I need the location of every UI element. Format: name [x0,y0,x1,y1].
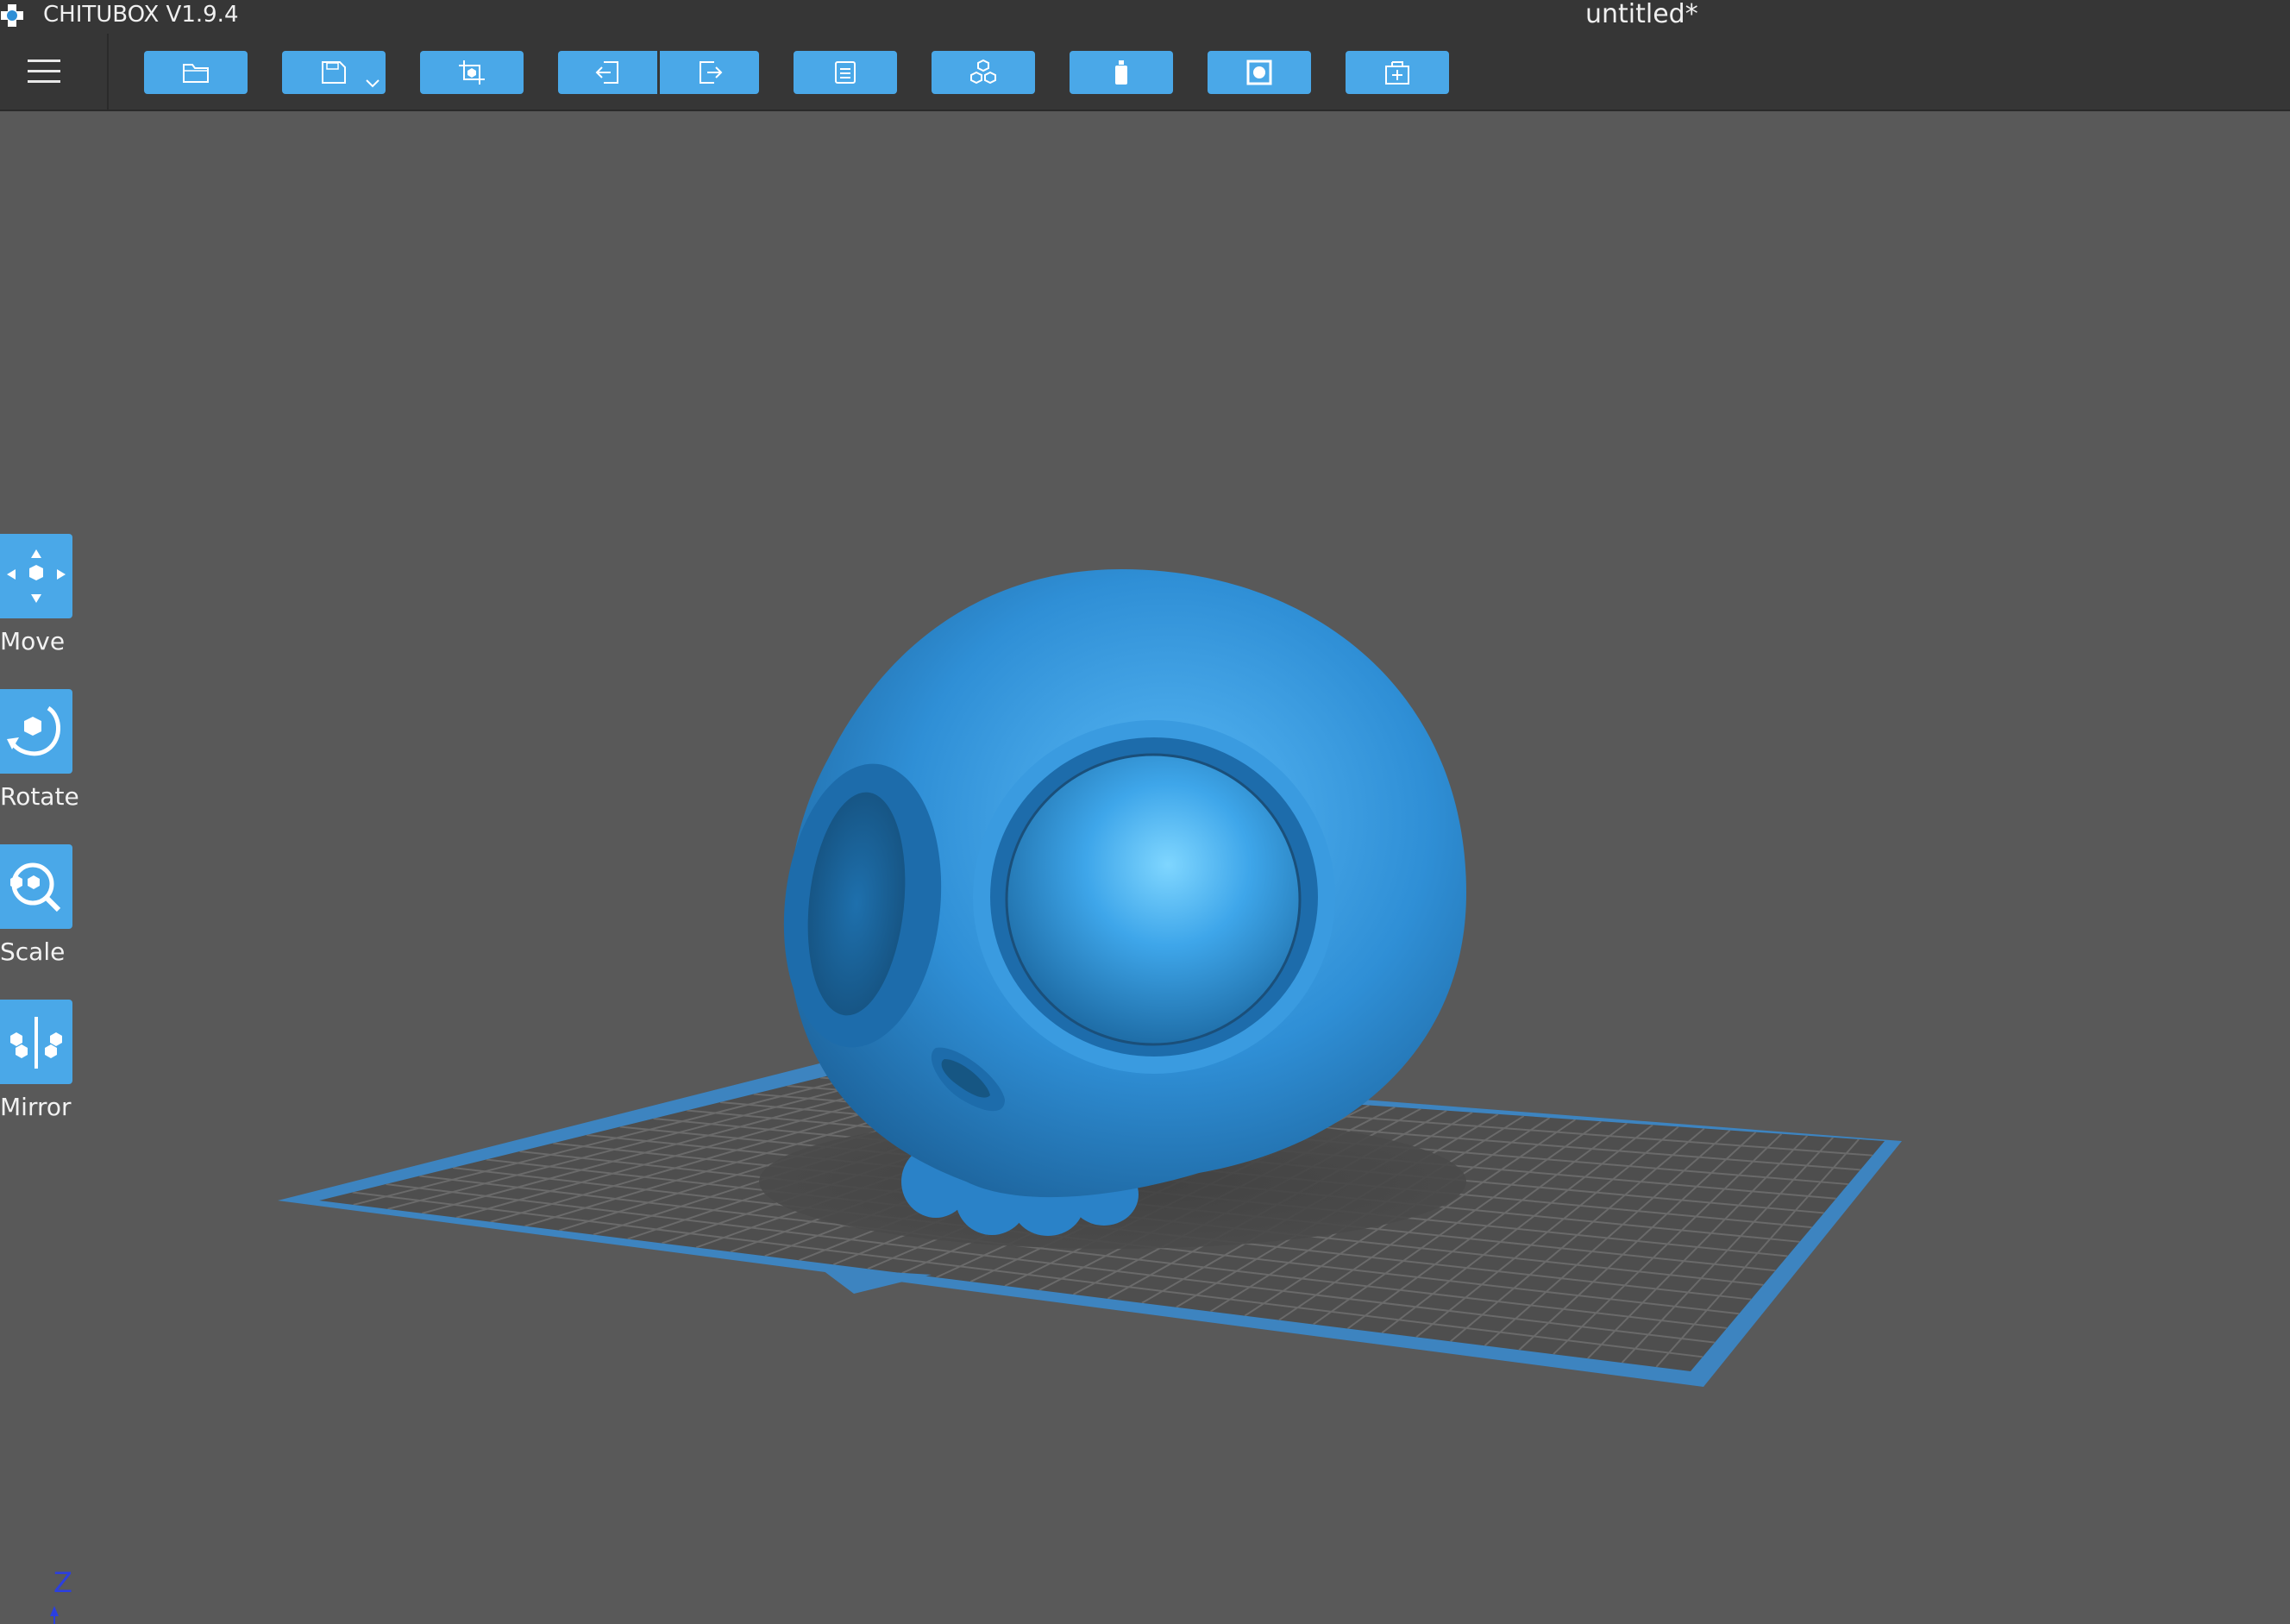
scale-tool-button[interactable] [0,844,72,929]
scale-tool-label: Scale [0,937,66,966]
title-bar: CHITUBOX V1.9.4 untitled* [0,0,2290,34]
arrange-button[interactable] [932,51,1035,94]
move-arrows-cube-icon [7,549,66,603]
box-plus-icon [1385,61,1409,85]
toolbar-divider [107,34,109,110]
crop-view-button[interactable] [420,51,524,94]
arrow-right-icon [699,61,722,84]
menu-line [28,80,60,83]
save-file-button[interactable] [282,51,386,94]
scene-canvas[interactable] [0,111,2290,1624]
square-dot-icon [1246,60,1272,85]
move-tool-label: Move [0,627,66,655]
chitubox-logo-icon [1,4,23,27]
3d-viewport[interactable]: Move Rotate Scale Mirror [0,111,2290,1624]
hollow-button[interactable] [1208,51,1311,94]
chevron-down-icon[interactable] [365,78,380,89]
rotate-tool-button[interactable] [0,689,72,774]
crop-box-icon [459,60,485,85]
bottle-icon [1115,60,1127,85]
document-title: untitled* [1585,0,1698,29]
move-tool-button[interactable] [0,534,72,618]
open-file-button[interactable] [144,51,248,94]
hamburger-menu-button[interactable] [24,55,67,90]
axis-z-arrow-icon [50,1606,59,1624]
folder-icon [183,64,209,83]
rotate-cube-icon [7,705,60,756]
floppy-disk-icon [322,61,346,84]
add-model-button[interactable] [1346,51,1449,94]
menu-line [28,70,60,72]
app-name: CHITUBOX V1.9.4 [43,2,239,28]
menu-line [28,60,60,62]
arrow-left-icon [595,61,618,84]
mirror-tool-label: Mirror [0,1093,72,1121]
main-toolbar [0,34,2290,111]
redo-button[interactable] [660,51,759,94]
axis-z-label: Z [53,1566,72,1599]
rotate-tool-label: Rotate [0,782,79,811]
supports-button[interactable] [1070,51,1173,94]
chitubox-window: CHITUBOX V1.9.4 untitled* Move Rotate Sc… [0,0,2290,1624]
document-list-icon [835,61,856,84]
mirror-cubes-icon [10,1017,62,1069]
scale-magnifier-icon [10,862,61,912]
cubes-icon [970,59,996,85]
undo-button[interactable] [558,51,657,94]
layers-button[interactable] [794,51,897,94]
mirror-tool-button[interactable] [0,1000,72,1084]
